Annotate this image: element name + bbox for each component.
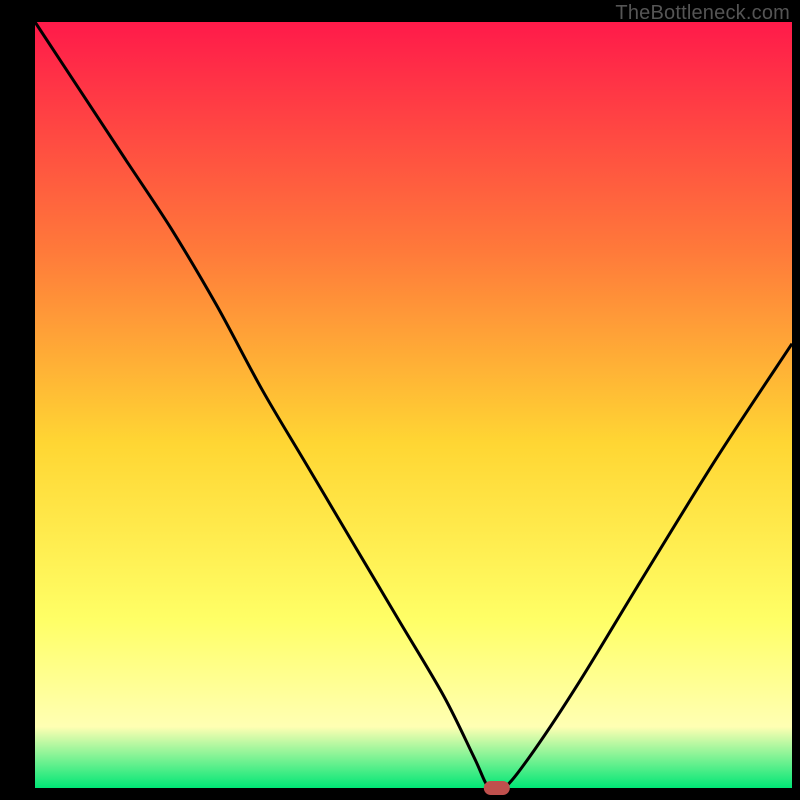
attribution-label: TheBottleneck.com: [615, 2, 790, 25]
optimal-marker: [484, 781, 510, 795]
chart-plot-area: [35, 22, 792, 788]
bottleneck-chart: [0, 0, 800, 800]
